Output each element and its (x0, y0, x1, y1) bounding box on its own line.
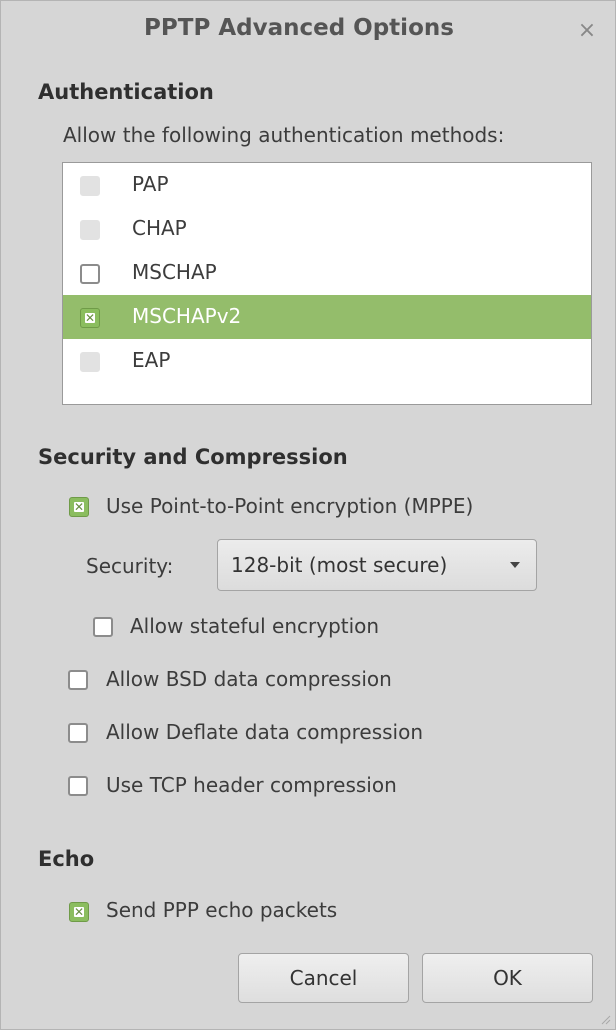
deflate-compression-label[interactable]: Allow Deflate data compression (106, 720, 423, 744)
deflate-compression-checkbox[interactable] (68, 723, 88, 743)
auth-method-label: MSCHAP (132, 260, 217, 284)
title-bar[interactable]: PPTP Advanced Options × (1, 1, 615, 67)
tcp-header-compression-label[interactable]: Use TCP header compression (106, 773, 397, 797)
chap-checkbox[interactable] (80, 220, 100, 240)
security-level-dropdown[interactable]: 128-bit (most secure) (217, 539, 537, 591)
auth-method-eap[interactable]: EAP (63, 339, 591, 383)
auth-method-label: EAP (132, 348, 171, 372)
stateful-encryption-checkbox[interactable] (93, 617, 113, 637)
chevron-down-icon (510, 562, 520, 568)
security-compression-heading: Security and Compression (38, 445, 348, 469)
authentication-description: Allow the following authentication metho… (63, 123, 505, 147)
send-echo-checkbox[interactable]: ✕ (69, 902, 89, 922)
auth-method-label: CHAP (132, 216, 187, 240)
auth-method-mschap[interactable]: MSCHAP (63, 251, 591, 295)
dialog-title: PPTP Advanced Options (144, 15, 454, 41)
check-mark-icon: ✕ (73, 500, 85, 514)
auth-method-mschapv2[interactable]: ✕ MSCHAPv2 (63, 295, 591, 339)
ok-button[interactable]: OK (422, 953, 593, 1003)
echo-heading: Echo (38, 847, 95, 871)
mppe-checkbox[interactable]: ✕ (69, 497, 89, 517)
resize-grip-icon[interactable] (599, 1013, 611, 1025)
mschap-checkbox[interactable] (80, 264, 100, 284)
check-mark-icon: ✕ (84, 311, 96, 325)
security-level-value: 128-bit (most secure) (231, 553, 448, 577)
auth-methods-list[interactable]: PAP CHAP MSCHAP ✕ MSCHAPv2 EAP (62, 162, 592, 405)
send-echo-label[interactable]: Send PPP echo packets (106, 898, 337, 922)
bsd-compression-checkbox[interactable] (68, 670, 88, 690)
stateful-encryption-label[interactable]: Allow stateful encryption (130, 614, 379, 638)
tcp-header-compression-checkbox[interactable] (68, 776, 88, 796)
bsd-compression-label[interactable]: Allow BSD data compression (106, 667, 392, 691)
pptp-advanced-options-dialog: PPTP Advanced Options × Authentication A… (0, 0, 616, 1030)
check-mark-icon: ✕ (73, 905, 85, 919)
close-icon[interactable]: × (573, 17, 601, 45)
auth-method-pap[interactable]: PAP (63, 163, 591, 207)
auth-method-label: PAP (132, 172, 169, 196)
eap-checkbox[interactable] (80, 352, 100, 372)
cancel-button[interactable]: Cancel (238, 953, 409, 1003)
auth-method-chap[interactable]: CHAP (63, 207, 591, 251)
mppe-label[interactable]: Use Point-to-Point encryption (MPPE) (106, 494, 473, 518)
auth-method-label: MSCHAPv2 (132, 304, 242, 328)
pap-checkbox[interactable] (80, 176, 100, 196)
mschapv2-checkbox[interactable]: ✕ (80, 308, 100, 328)
authentication-heading: Authentication (38, 80, 214, 104)
security-label: Security: (86, 554, 174, 578)
